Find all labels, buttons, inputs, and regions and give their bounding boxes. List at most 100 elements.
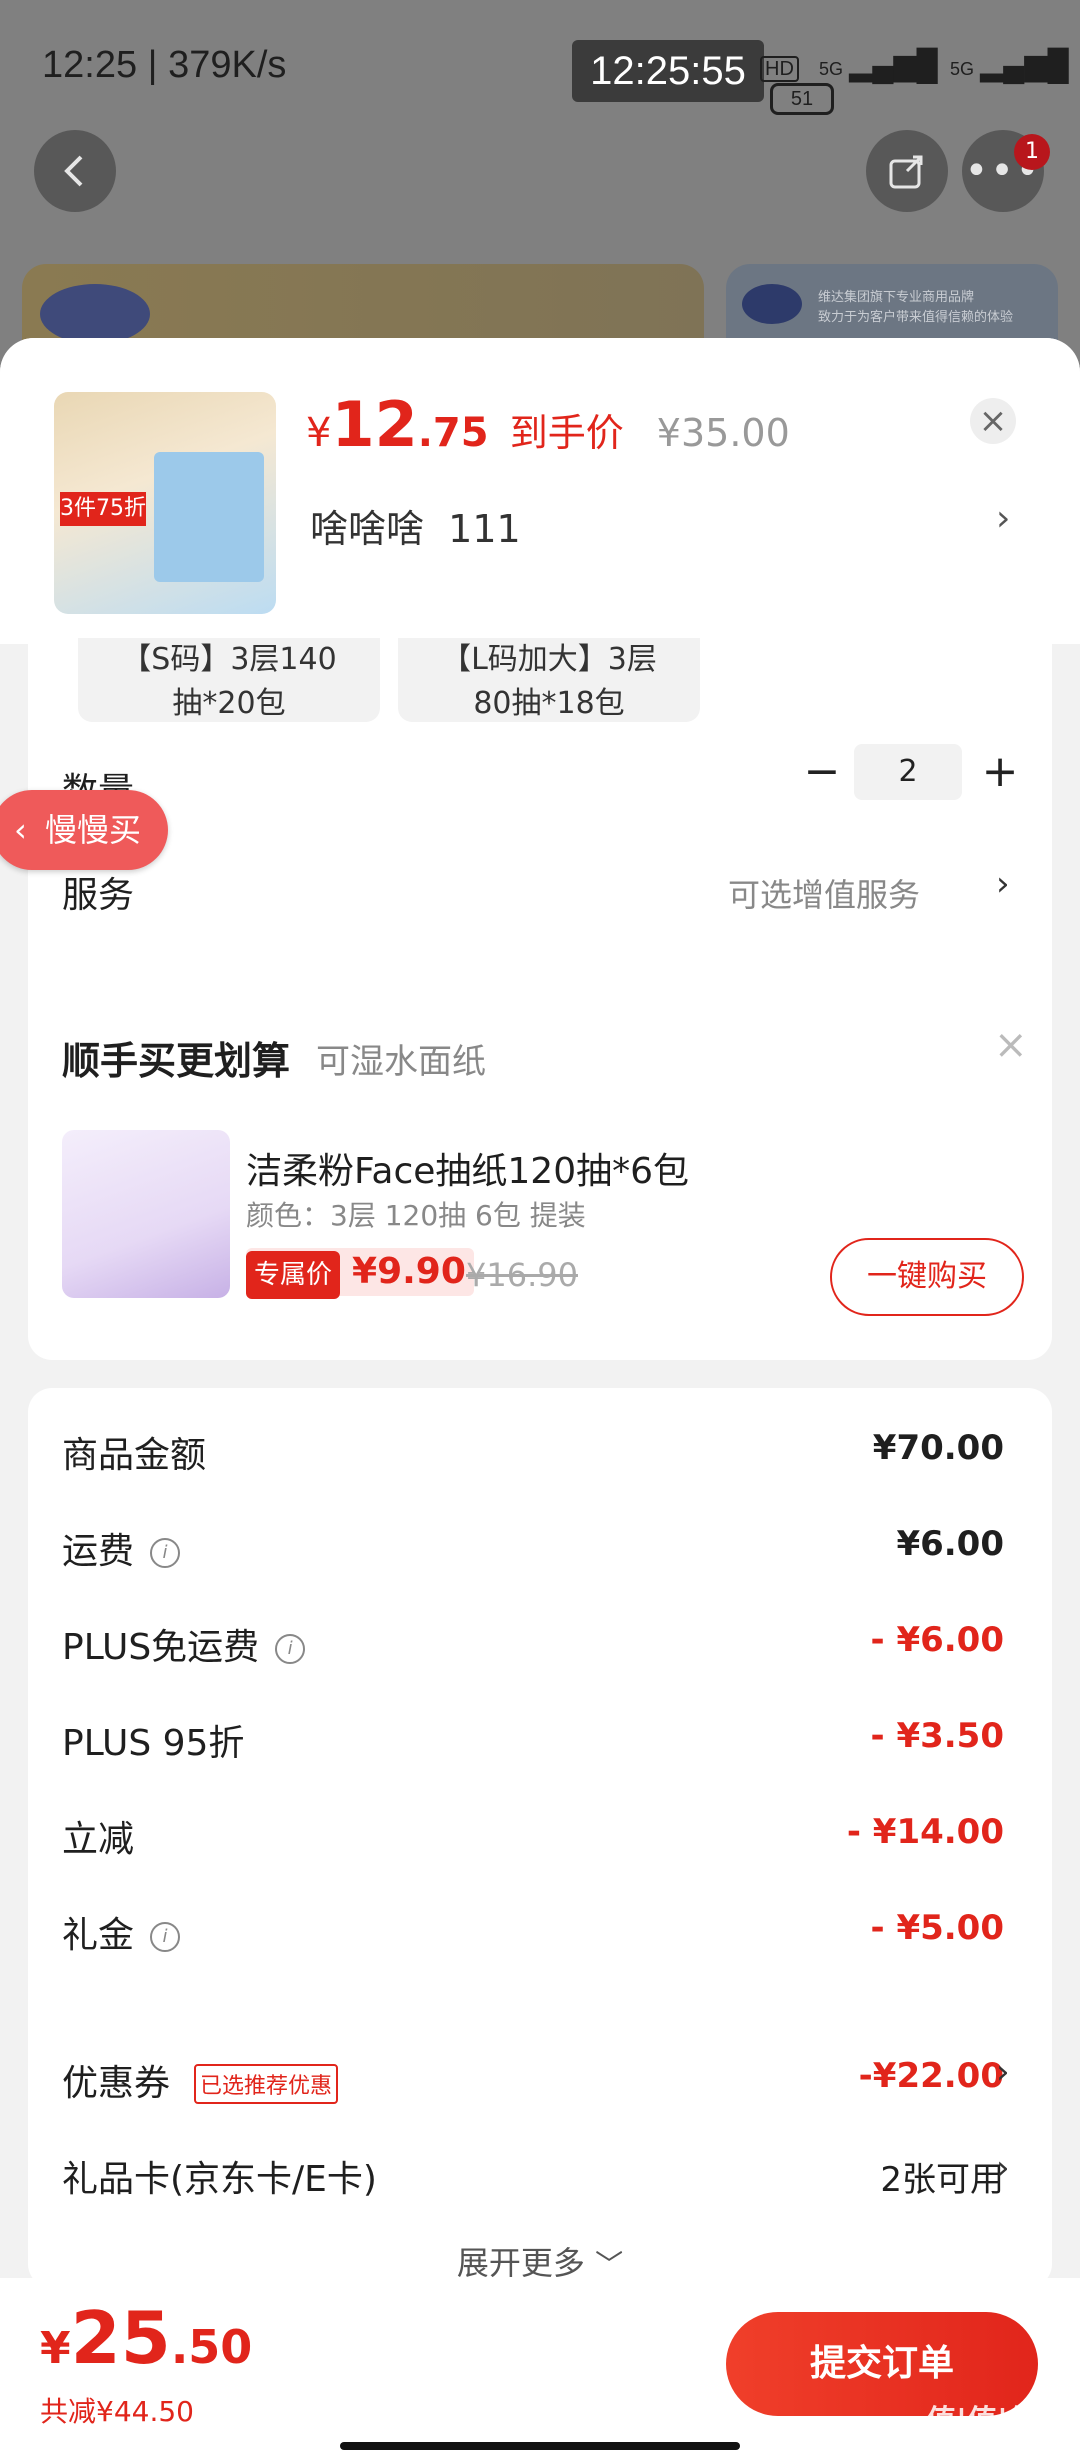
home-indicator[interactable]	[340, 2442, 740, 2450]
status-clock: 12:25:55	[572, 40, 764, 102]
brand-logo-small	[742, 284, 802, 324]
spec-option[interactable]: 【S码】3层140 抽*20包	[78, 638, 380, 722]
coupon-tag: 已选推荐优惠	[194, 2064, 339, 2104]
spec-option[interactable]: 【L码加大】3层 80抽*18包	[398, 638, 700, 722]
summary-row-value: - ¥6.00	[870, 1620, 1005, 1660]
coupon-value[interactable]: -¥22.00	[728, 2056, 1004, 2096]
share-button[interactable]	[866, 130, 948, 212]
chevron-down-icon: ﹀	[595, 2248, 624, 2281]
total-currency: ¥	[40, 2323, 71, 2374]
summary-row-label: 立减	[62, 1810, 134, 1862]
notification-badge: 1	[1014, 134, 1050, 170]
giftcard-label: 礼品卡(京东卡/E卡)	[62, 2159, 377, 2200]
info-icon[interactable]: i	[275, 1634, 306, 1664]
addon-card: 顺手买更划算 可湿水面纸 × 洁柔粉Face抽纸120抽*6包 颜色：3层 12…	[28, 994, 1052, 1360]
product-image-badge: 3件75折	[60, 492, 146, 526]
summary-row-label-text: 立减	[62, 1819, 135, 1860]
status-indicators: HD 5G ▂▄▆█ 5G ▂▄▆█ 51	[760, 48, 1080, 115]
info-icon[interactable]: i	[150, 1538, 181, 1568]
summary-row-label-text: 商品金额	[62, 1435, 207, 1476]
price-block: ¥12.75 到手价 ¥35.00	[306, 388, 790, 461]
summary-row-label: PLUS 95折	[62, 1714, 244, 1766]
product-header: 3件75折 ¥12.75 到手价 ¥35.00 × 啥啥啥 111 ›	[0, 338, 1080, 644]
banner-text-2: 致力于为客户带来值得信赖的体验	[818, 310, 1014, 325]
summary-row-value: - ¥3.50	[870, 1716, 1005, 1756]
status-time-speed: 12:25 | 379K/s	[42, 44, 287, 86]
total-integer: 25	[70, 2296, 171, 2380]
quantity-minus-button[interactable]: −	[792, 744, 852, 800]
total-price: ¥25.50	[40, 2296, 252, 2380]
giftcard-value[interactable]: 2张可用	[728, 2152, 1004, 2201]
checkout-footer: ¥25.50 共减¥44.50 提交订单 值|值|值 zhizhizhi.com	[0, 2278, 1080, 2460]
summary-row-label: 商品金额	[62, 1426, 206, 1478]
share-icon	[889, 155, 923, 189]
price-decimal: .75	[417, 410, 489, 456]
expand-more-label: 展开更多	[456, 2244, 585, 2282]
signal-bars-icon-2: ▂▄▆█	[980, 49, 1069, 82]
chevron-right-icon[interactable]: ›	[996, 498, 1010, 539]
battery-icon: 51	[770, 83, 834, 115]
order-sheet: 3件75折 ¥12.75 到手价 ¥35.00 × 啥啥啥 111 › 【S码】…	[0, 338, 1080, 2460]
signal-5g-label-2: 5G	[949, 59, 974, 79]
service-label: 服务	[62, 875, 135, 916]
spec-option-line2: 抽*20包	[172, 686, 286, 721]
service-chevron-icon[interactable]: ›	[996, 864, 1010, 904]
summary-row-label-text: 运费	[62, 1531, 135, 1572]
total-saved: 共减¥44.50	[40, 2395, 194, 2428]
brand-logo	[40, 284, 150, 344]
addon-title: 顺手买更划算	[62, 1039, 291, 1083]
quantity-plus-button[interactable]: +	[970, 744, 1030, 800]
signal-bars-icon: ▂▄▆█	[849, 49, 938, 82]
summary-row-value: - ¥14.00	[846, 1812, 1004, 1852]
addon-price-tag: 专属价 ¥9.90	[246, 1248, 474, 1299]
addon-item-spec: 颜色：3层 120抽 6包 提装	[246, 1199, 586, 1232]
back-button[interactable]	[34, 130, 116, 212]
summary-row-label-text: PLUS免运费	[62, 1627, 260, 1668]
chevron-left-icon	[64, 155, 83, 187]
product-image: 3件75折	[54, 392, 276, 614]
one-click-buy-button[interactable]: 一键购买	[830, 1238, 1024, 1316]
addon-price: ¥9.90	[352, 1251, 466, 1292]
coupon-chevron-icon[interactable]: ›	[996, 2052, 1010, 2092]
spec-option-line2: 80抽*18包	[473, 686, 625, 721]
close-icon: ×	[978, 401, 1008, 441]
spec-option-line1: 【L码加大】3层	[441, 642, 657, 677]
info-icon[interactable]: i	[150, 1922, 181, 1952]
giftcard-chevron-icon[interactable]: ›	[996, 2148, 1010, 2188]
summary-row-label: 礼金 i	[62, 1906, 181, 1958]
addon-exclusive-label: 专属价	[246, 1251, 341, 1299]
quantity-input[interactable]: 2	[854, 744, 962, 800]
summary-row-label: PLUS免运费 i	[62, 1618, 306, 1670]
summary-row-value: - ¥5.00	[870, 1908, 1005, 1948]
slow-buy-button[interactable]: ‹ 慢慢买	[0, 790, 168, 870]
summary-row-value: ¥70.00	[872, 1428, 1004, 1468]
addon-close-icon[interactable]: ×	[994, 1022, 1028, 1068]
product-image-pack	[154, 452, 264, 582]
coupon-label: 优惠券	[62, 2063, 171, 2104]
service-value[interactable]: 可选增值服务	[728, 870, 920, 916]
addon-subtitle: 可湿水面纸	[316, 1042, 486, 1082]
watermark-url: zhizhizhi.com	[930, 2432, 1039, 2451]
close-button[interactable]: ×	[970, 398, 1016, 444]
summary-row-label-text: 礼金	[62, 1915, 135, 1956]
chevron-left-icon: ‹	[14, 811, 27, 849]
signal-5g-label: 5G	[819, 59, 844, 79]
spec-option-line1: 【S码】3层140	[121, 642, 337, 677]
summary-row-label: 运费 i	[62, 1522, 181, 1574]
price-currency: ¥	[306, 410, 332, 456]
summary-row-value: ¥6.00	[896, 1524, 1004, 1564]
addon-product-image[interactable]	[62, 1130, 230, 1298]
slow-buy-label: 慢慢买	[44, 811, 141, 849]
price-summary-card: 商品金额 ¥70.00 运费 i ¥6.00 PLUS免运费 i - ¥6.00 PLUS 95…	[28, 1388, 1052, 2288]
status-bar: 12:25 | 379K/s 12:25:55 HD 5G ▂▄▆█ 5G ▂▄…	[0, 0, 1080, 140]
banner-text-1: 维达集团旗下专业商用品牌	[818, 290, 975, 305]
price-label: 到手价	[509, 411, 624, 455]
summary-row-label-text: PLUS 95折	[62, 1723, 245, 1764]
price-integer: 12	[331, 388, 418, 461]
addon-item-name[interactable]: 洁柔粉Face抽纸120抽*6包	[246, 1142, 689, 1194]
hd-icon: HD	[760, 56, 799, 82]
total-decimal: .50	[170, 2320, 253, 2374]
addon-original-price: ¥16.90	[466, 1256, 578, 1294]
selected-spec[interactable]: 啥啥啥 111	[310, 498, 521, 553]
original-price: ¥35.00	[656, 411, 790, 455]
